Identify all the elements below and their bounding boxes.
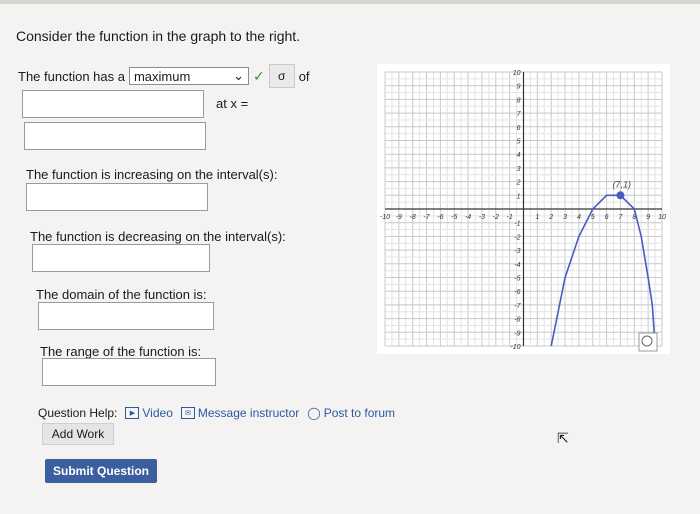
y-tick-label: -5 xyxy=(514,276,520,283)
preview-button[interactable]: σ xyxy=(268,64,295,88)
top-border xyxy=(0,0,700,4)
y-tick-label: 10 xyxy=(513,70,521,77)
domain-label: The domain of the function is: xyxy=(36,287,207,302)
y-tick-label: -9 xyxy=(514,330,520,337)
x-tick-label: -5 xyxy=(451,214,457,221)
extremum-select-value: maximum xyxy=(133,68,191,84)
x-tick-label: 6 xyxy=(605,214,609,221)
extremum-x-input[interactable] xyxy=(24,122,206,150)
x-tick-label: -2 xyxy=(493,214,499,221)
y-tick-label: 4 xyxy=(517,152,521,159)
mouse-cursor-icon: ⇱ xyxy=(557,430,569,446)
submit-question-button[interactable]: Submit Question xyxy=(45,459,157,483)
video-link-label: Video xyxy=(142,406,173,420)
speech-bubble-icon: ◯ xyxy=(307,406,321,420)
x-tick-label: -8 xyxy=(410,214,416,221)
function-graph: -10 -9 -8 -7 -6 -5 -4 -3 -2 -1 1 2 3 4 5 6 7 8 9 10-10-9-8-… xyxy=(377,64,670,354)
x-tick-label: -9 xyxy=(396,214,402,221)
post-to-forum-label: Post to forum xyxy=(323,406,396,420)
video-icon: ▶ xyxy=(125,407,140,419)
post-to-forum-link[interactable]: ◯ Post to forum xyxy=(307,406,395,420)
x-tick-label: 9 xyxy=(646,214,650,221)
of-label: of xyxy=(298,68,310,84)
at-x-label: at x = xyxy=(216,96,249,111)
decreasing-input[interactable] xyxy=(32,244,210,272)
increasing-input[interactable] xyxy=(26,183,208,211)
message-instructor-link[interactable]: ✉ Message instructor xyxy=(180,406,300,420)
y-tick-label: 8 xyxy=(517,97,521,104)
x-tick-label: -7 xyxy=(423,214,430,221)
add-work-button[interactable]: Add Work xyxy=(42,423,114,445)
x-tick-label: -3 xyxy=(479,214,485,221)
x-tick-label: 5 xyxy=(591,214,595,221)
y-tick-label: 6 xyxy=(517,125,521,132)
range-input[interactable] xyxy=(42,358,216,386)
chevron-down-icon: ⌄ xyxy=(233,68,244,83)
x-tick-label: 4 xyxy=(577,214,581,221)
y-tick-label: -6 xyxy=(514,289,520,296)
preview-icon: σ xyxy=(278,69,286,83)
extremum-value-input[interactable] xyxy=(22,90,204,118)
extremum-select[interactable]: maximum ⌄ xyxy=(128,67,249,85)
x-tick-label: 3 xyxy=(563,214,567,221)
y-tick-label: -2 xyxy=(514,234,520,241)
envelope-icon: ✉ xyxy=(180,407,195,419)
y-tick-label: -8 xyxy=(514,317,520,324)
video-link[interactable]: ▶ Video xyxy=(125,406,173,420)
y-tick-label: 2 xyxy=(516,180,521,187)
decreasing-label: The function is decreasing on the interv… xyxy=(30,229,286,244)
y-tick-label: 3 xyxy=(517,166,521,173)
y-tick-label: 1 xyxy=(517,193,521,200)
y-tick-label: -1 xyxy=(514,221,520,228)
y-tick-label: 9 xyxy=(517,84,521,91)
y-tick-label: -3 xyxy=(514,248,520,255)
y-tick-label: 5 xyxy=(517,139,521,146)
function-has-a-label: The function has a xyxy=(18,68,125,84)
question-help-label: Question Help: xyxy=(38,406,118,420)
x-tick-label: 1 xyxy=(535,214,539,221)
checkmark-icon: ✓ xyxy=(252,67,265,84)
x-tick-label: -4 xyxy=(465,214,471,221)
range-label: The range of the function is: xyxy=(40,344,202,359)
x-tick-label: -10 xyxy=(380,214,390,221)
y-tick-label: -7 xyxy=(514,303,521,310)
extremum-row: The function has a maximum ⌄ ✓ σ of xyxy=(18,64,310,88)
question-prompt: Consider the function in the graph to th… xyxy=(16,28,301,44)
message-instructor-label: Message instructor xyxy=(197,406,300,420)
vertex-label: (7,1) xyxy=(612,179,631,189)
y-tick-label: -10 xyxy=(510,344,520,351)
x-tick-label: 2 xyxy=(548,214,553,221)
x-tick-label: -1 xyxy=(507,214,513,221)
question-help-row: Question Help: ▶ Video ✉ Message instruc… xyxy=(38,406,395,420)
y-tick-label: -4 xyxy=(514,262,520,269)
increasing-label: The function is increasing on the interv… xyxy=(26,167,278,182)
vertex-point xyxy=(616,191,625,200)
magnify-button[interactable] xyxy=(638,332,658,352)
x-tick-label: 10 xyxy=(658,214,666,221)
domain-input[interactable] xyxy=(38,302,214,330)
x-tick-label: -6 xyxy=(437,214,443,221)
